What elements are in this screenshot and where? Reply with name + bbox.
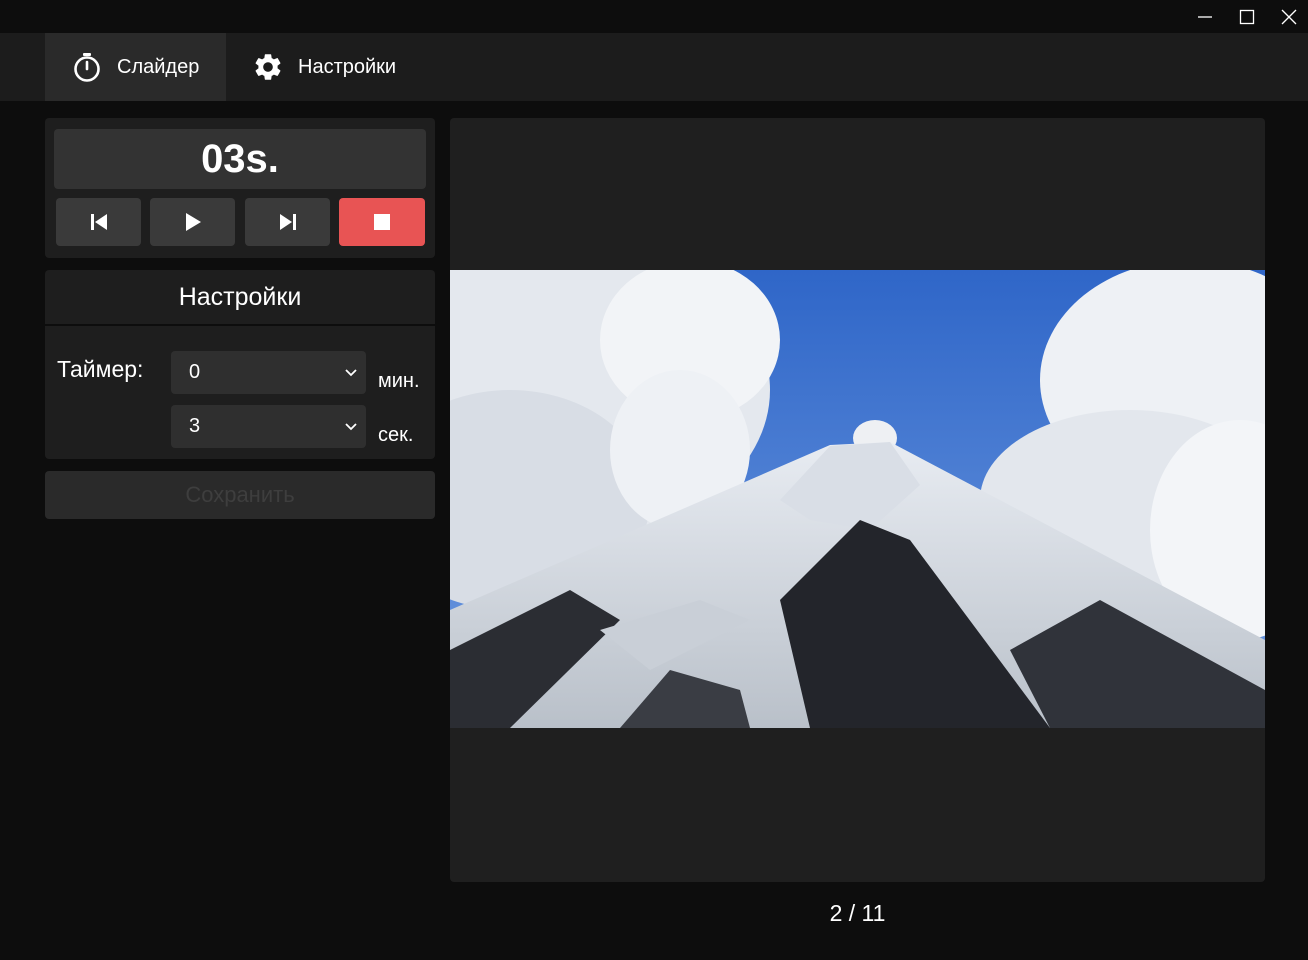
maximize-button[interactable] [1226, 0, 1268, 33]
tab-slider[interactable]: Слайдер [45, 33, 226, 101]
slide-counter: 2 / 11 [829, 899, 886, 926]
skip-next-icon [279, 214, 296, 230]
minutes-unit: мин. [378, 370, 420, 392]
stopwatch-icon [71, 51, 103, 83]
tab-settings-label: Настройки [298, 55, 397, 78]
settings-title: Настройки [45, 270, 435, 326]
stop-button[interactable] [339, 198, 425, 246]
seconds-value: 3 [189, 415, 201, 437]
settings-panel: Настройки Таймер: 0 мин. 3 сек. [45, 270, 435, 459]
timer-label: Таймер: [57, 356, 144, 382]
title-bar [0, 0, 1308, 33]
minutes-select[interactable]: 0 [171, 351, 366, 394]
chevron-down-icon [345, 369, 357, 377]
next-button[interactable] [245, 198, 330, 246]
seconds-select[interactable]: 3 [171, 405, 366, 448]
maximize-icon [1239, 9, 1255, 24]
play-icon [185, 213, 201, 231]
nav-bar: Слайдер Настройки [0, 33, 1308, 101]
slide-image [450, 270, 1265, 728]
tab-slider-label: Слайдер [117, 55, 200, 78]
close-button[interactable] [1268, 0, 1308, 33]
minutes-value: 0 [189, 361, 201, 383]
skip-previous-icon [90, 214, 107, 230]
gear-icon [252, 51, 284, 83]
chevron-down-icon [345, 423, 357, 431]
timer-display: 03s. [54, 129, 426, 189]
close-icon [1281, 9, 1297, 24]
previous-button[interactable] [56, 198, 141, 246]
image-viewer [450, 118, 1265, 882]
tab-settings[interactable]: Настройки [226, 33, 426, 101]
save-button[interactable]: Сохранить [45, 471, 435, 519]
minimize-icon [1198, 15, 1212, 18]
minimize-button[interactable] [1184, 0, 1226, 33]
stop-icon [374, 214, 390, 230]
seconds-unit: сек. [378, 424, 414, 446]
timer-panel: 03s. [45, 118, 435, 258]
play-button[interactable] [150, 198, 235, 246]
